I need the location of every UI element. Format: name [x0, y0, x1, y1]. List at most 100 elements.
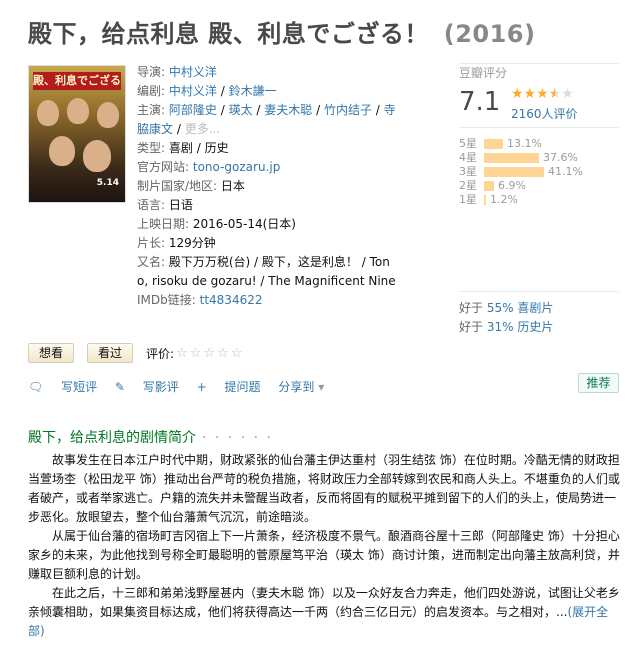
rating-bar-label: 1星: [459, 193, 477, 206]
star-full-icon: ★★★: [511, 86, 549, 102]
country-value: 日本: [220, 179, 245, 193]
better-link[interactable]: 31% 历史片: [487, 320, 554, 334]
runtime-label: 片长:: [137, 236, 166, 250]
recommend-button[interactable]: 推荐: [578, 373, 619, 393]
rating-bar-label: 2星: [459, 179, 477, 192]
director-label: 导演:: [137, 65, 166, 79]
imdb-link[interactable]: tt4834622: [200, 293, 263, 307]
movie-info: 导演: 中村义洋 编剧: 中村义洋 / 鈴木謙一 主演: 阿部隆史 / 瑛太 /…: [137, 63, 399, 310]
poster-figure: [49, 136, 75, 166]
summary-paragraph: 在此之后，十三郎和弟弟浅野屋甚内（妻夫木聪 饰）以及一众好友合力奔走，他们四处游…: [28, 584, 620, 641]
rating-bar-row: 4星 37.6%: [459, 151, 583, 165]
country-label: 制片国家/地区:: [137, 179, 218, 193]
cast-link[interactable]: 竹内结子: [324, 103, 372, 117]
better-row: 好于 31% 历史片: [459, 318, 553, 337]
better-row: 好于 55% 喜剧片: [459, 299, 553, 318]
plus-icon: +: [196, 380, 207, 394]
poster-title-text: 殿、利息でござる!: [33, 72, 121, 90]
release-label: 上映日期:: [137, 217, 190, 231]
director-link[interactable]: 中村义洋: [169, 65, 217, 79]
site-label: 官方网站:: [137, 160, 190, 174]
release-row: 上映日期: 2016-05-14(日本): [137, 215, 399, 234]
page-title: 殿下，给点利息 殿、利息でござる！ (2016): [28, 14, 535, 49]
star-half-icon: ★: [548, 86, 562, 102]
caret-down-icon: ▾: [318, 380, 325, 394]
writer-link[interactable]: 中村义洋: [169, 84, 217, 98]
runtime-value: 129分钟: [168, 236, 216, 250]
director-row: 导演: 中村义洋: [137, 63, 399, 82]
want-to-watch-button[interactable]: 想看: [28, 343, 75, 363]
better-prefix: 好于: [459, 320, 484, 334]
rating-bar: [484, 167, 544, 177]
rating-bar-percent: 37.6%: [543, 151, 578, 164]
write-review-label: 写影评: [142, 380, 179, 394]
rating-bar-percent: 6.9%: [498, 179, 526, 192]
aka-row: 又名: 殿下万万税(台) / 殿下，这是利息！ / Tono, risoku d…: [137, 253, 399, 291]
writer-link[interactable]: 鈴木謙一: [229, 84, 277, 98]
language-label: 语言:: [137, 198, 166, 212]
rating-distribution: 5星 13.1% 4星 37.6% 3星 41.1% 2星 6.9% 1星 1.2%: [459, 137, 583, 207]
rating-bar-row: 1星 1.2%: [459, 193, 583, 207]
poster-figure: [97, 102, 119, 128]
cast-link[interactable]: 阿部隆史: [169, 103, 217, 117]
star-empty-icon: ★: [561, 86, 574, 102]
share-bar: 🗨 写短评 ✎ 写影评 + 提问题 分享到 ▾: [28, 378, 352, 395]
rating-bar: [484, 195, 486, 205]
star-rate-icon[interactable]: ☆: [176, 346, 188, 361]
star-rate-icon[interactable]: ☆: [217, 346, 229, 361]
ask-question-link[interactable]: + 提问题: [197, 380, 261, 394]
divider: [459, 127, 619, 128]
rating-bar-row: 2星 6.9%: [459, 179, 583, 193]
star-rate-icon[interactable]: ☆: [231, 346, 243, 361]
rating-bar: [484, 181, 494, 191]
star-rate-icon[interactable]: ☆: [190, 346, 202, 361]
poster-figure: [67, 98, 89, 124]
summary-dots: · · · · · ·: [202, 430, 273, 446]
summary-body: 故事发生在日本江户时代中期，财政紧张的仙台藩主伊达重村（羽生结弦 饰）在位时期。…: [28, 451, 620, 641]
cast-link[interactable]: 妻夫木聪: [264, 103, 312, 117]
language-row: 语言: 日语: [137, 196, 399, 215]
movie-title: 殿下，给点利息 殿、利息でござる！: [28, 20, 429, 48]
poster-figure: [83, 140, 111, 172]
imdb-label: IMDb链接:: [137, 293, 196, 307]
poster-date: 5.14: [96, 178, 119, 188]
site-row: 官方网站: tono-gozaru.jp: [137, 158, 399, 177]
site-link[interactable]: tono-gozaru.jp: [193, 160, 280, 174]
cast-more-link[interactable]: 更多...: [185, 122, 220, 136]
movie-poster[interactable]: 殿、利息でござる! 5.14: [28, 65, 126, 203]
poster-figure: [37, 100, 59, 126]
summary-paragraph: 从属于仙台藩的宿场町吉冈宿上下一片萧条，经济极度不景气。酿酒商谷屋十三郎（阿部隆…: [28, 529, 620, 581]
writer-row: 编剧: 中村义洋 / 鈴木謙一: [137, 84, 277, 98]
rating-score: 7.1: [459, 87, 501, 117]
cast-link[interactable]: 瑛太: [229, 103, 253, 117]
write-short-comment-link[interactable]: 🗨 写短评: [28, 380, 97, 394]
rate-label: 评价:: [146, 346, 175, 361]
imdb-row: IMDb链接: tt4834622: [137, 291, 399, 310]
summary-paragraph: 故事发生在日本江户时代中期，财政紧张的仙台藩主伊达重村（羽生结弦 饰）在位时期。…: [28, 453, 620, 524]
rating-bar-label: 4星: [459, 151, 477, 164]
rating-bar: [484, 139, 503, 149]
genre-row: 类型: 喜剧 / 历史: [137, 141, 229, 155]
rating-votes-link[interactable]: 2160人评价: [511, 105, 578, 122]
language-value: 日语: [168, 198, 193, 212]
rating-bar-percent: 13.1%: [507, 137, 542, 150]
country-row: 制片国家/地区: 日本: [137, 177, 399, 196]
write-review-link[interactable]: ✎ 写影评: [115, 380, 179, 394]
star-rate-icon[interactable]: ☆: [203, 346, 215, 361]
writer-label: 编剧:: [137, 84, 166, 98]
watched-button[interactable]: 看过: [87, 343, 134, 363]
share-dropdown[interactable]: 分享到 ▾: [278, 380, 338, 394]
rating-bar-row: 5星 13.1%: [459, 137, 583, 151]
genre-value: 历史: [204, 141, 229, 155]
aka-value: 殿下万万税(台) / 殿下，这是利息！ / Tono, risoku de go…: [137, 255, 396, 288]
ask-question-label: 提问题: [224, 380, 261, 394]
write-short-label: 写短评: [61, 380, 98, 394]
rating-bar-percent: 41.1%: [548, 165, 583, 178]
better-link[interactable]: 55% 喜剧片: [487, 301, 554, 315]
comment-icon: 🗨: [28, 380, 44, 394]
rating-bar: [484, 153, 539, 163]
better-prefix: 好于: [459, 301, 484, 315]
aka-label: 又名:: [137, 255, 166, 269]
rating-bar-row: 3星 41.1%: [459, 165, 583, 179]
rating-bar-percent: 1.2%: [490, 193, 518, 206]
